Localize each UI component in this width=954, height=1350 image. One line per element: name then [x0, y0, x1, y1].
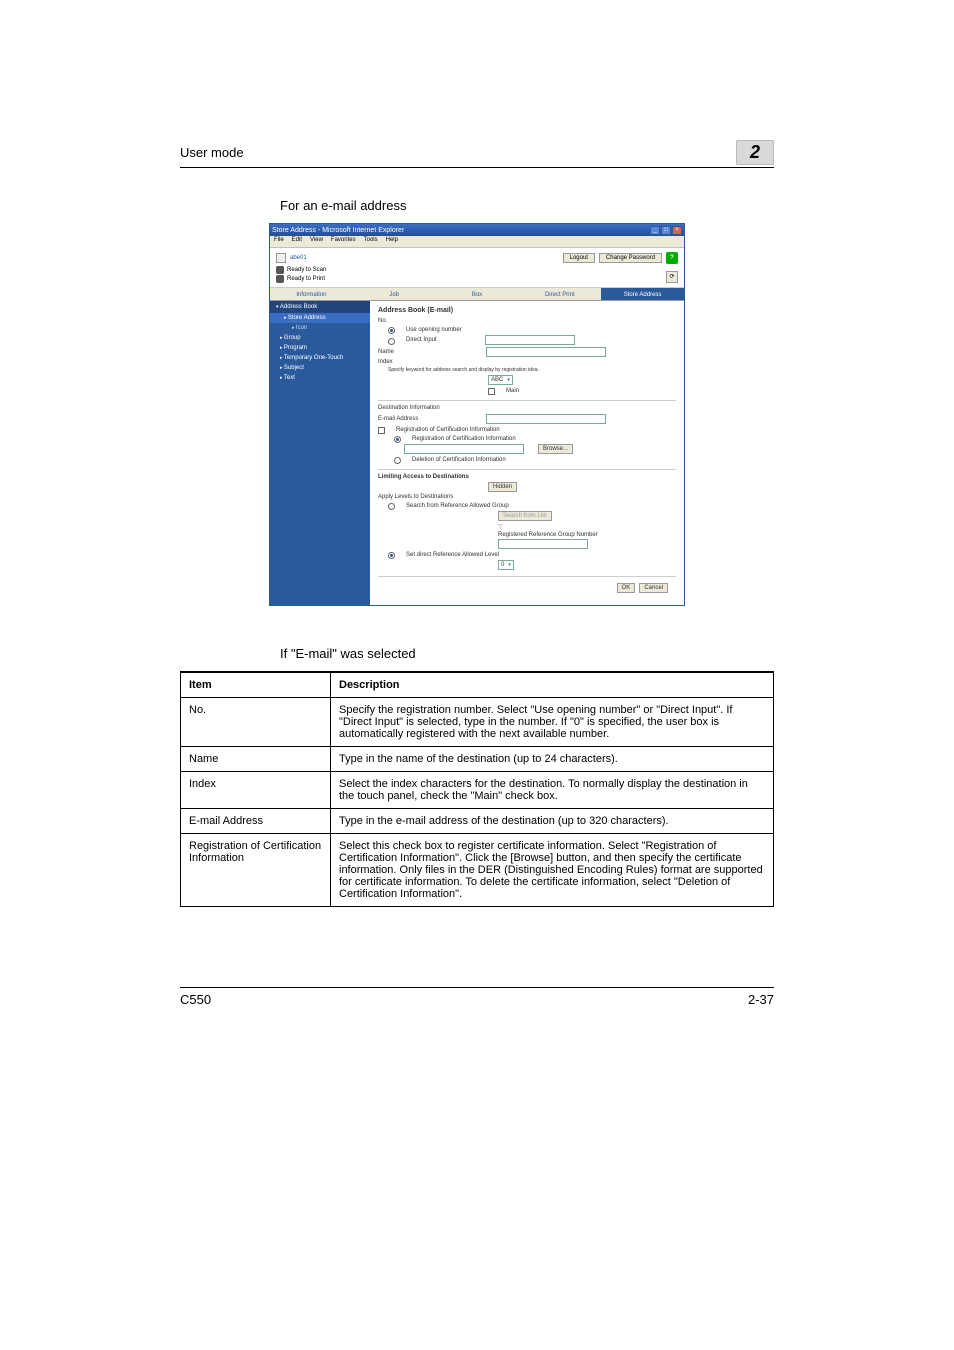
search-group-radio[interactable] [388, 503, 395, 510]
no-label: No. [378, 318, 478, 324]
sidebar-temp-one-touch[interactable]: Temporary One-Touch [270, 353, 370, 363]
cancel-button[interactable]: Cancel [639, 583, 668, 593]
sidebar-program[interactable]: Program [270, 343, 370, 353]
reg-group-num-field[interactable] [498, 539, 588, 549]
sidebar-address-book[interactable]: Address Book [270, 301, 370, 313]
subsection-title: If "E-mail" was selected [280, 646, 774, 661]
table-row: NameType in the name of the destination … [181, 747, 774, 772]
table-row: Registration of Certification Informatio… [181, 834, 774, 907]
set-direct-radio[interactable] [388, 552, 395, 559]
main-label: Main [506, 388, 519, 394]
index-note: Specify keyword for address search and d… [388, 367, 676, 373]
apply-levels-label: Apply Levels to Destinations [378, 494, 676, 500]
menu-file[interactable]: File [274, 237, 284, 246]
tab-store-address[interactable]: Store Address [601, 288, 684, 300]
maximize-button[interactable]: □ [661, 226, 671, 235]
del-cert-radio[interactable] [394, 457, 401, 464]
reg-cert-radio[interactable] [394, 436, 401, 443]
sidebar-text[interactable]: Text [270, 373, 370, 383]
sidebar: Address Book Store Address Icon Group Pr… [270, 301, 370, 605]
name-field[interactable] [486, 347, 606, 357]
reg-cert-checkbox[interactable] [378, 427, 385, 434]
titlebar: Store Address - Microsoft Internet Explo… [270, 224, 684, 236]
sidebar-group[interactable]: Group [270, 333, 370, 343]
minimize-button[interactable]: _ [650, 226, 660, 235]
search-list-button[interactable]: Search from List [498, 511, 552, 521]
footer-right: 2-37 [748, 992, 774, 1007]
panel-heading: Address Book (E-mail) [378, 307, 676, 314]
use-opening-radio[interactable] [388, 327, 395, 334]
email-label: E-mail Address [378, 416, 478, 422]
main-checkbox[interactable] [488, 388, 495, 395]
printer-icon [276, 275, 284, 283]
level-select[interactable]: 0 [498, 560, 514, 570]
refresh-icon[interactable]: ⟳ [666, 271, 678, 283]
sidebar-subject[interactable]: Subject [270, 363, 370, 373]
spec-table: Item Description No.Specify the registra… [180, 671, 774, 907]
reg-cert-label: Registration of Certification Informatio… [396, 427, 500, 433]
ok-button[interactable]: OK [617, 583, 636, 593]
menu-tools[interactable]: Tools [364, 237, 378, 246]
menu-view[interactable]: View [310, 237, 323, 246]
avatar-icon [276, 253, 286, 263]
dest-heading: Destination Information [378, 405, 676, 411]
direct-input-label: Direct Input [406, 337, 437, 343]
menu-edit[interactable]: Edit [292, 237, 302, 246]
menu-help[interactable]: Help [386, 237, 398, 246]
logout-button[interactable]: Logout [563, 253, 595, 263]
search-group-label: Search from Reference Allowed Group [406, 503, 509, 509]
window-title: Store Address - Microsoft Internet Explo… [272, 227, 404, 234]
change-password-button[interactable]: Change Password [599, 253, 662, 263]
reg-group-num-label: Registered Reference Group Number [498, 532, 598, 538]
index-label: Index [378, 359, 478, 365]
help-icon[interactable]: ? [666, 252, 678, 264]
section-title: For an e-mail address [280, 198, 774, 213]
sidebar-store-address[interactable]: Store Address [270, 313, 370, 323]
th-item: Item [181, 672, 331, 698]
table-row: IndexSelect the index characters for the… [181, 772, 774, 809]
page-chip: 2 [736, 140, 774, 165]
th-desc: Description [331, 672, 774, 698]
set-direct-label: Set direct Reference Allowed Level [406, 552, 499, 558]
sidebar-icon[interactable]: Icon [270, 323, 370, 333]
username: abe01 [290, 255, 307, 261]
hidden-button[interactable]: Hidden [488, 482, 517, 492]
scanner-icon [276, 266, 284, 274]
menubar: File Edit View Favorites Tools Help [270, 236, 684, 248]
email-field[interactable] [486, 414, 606, 424]
ready-scan-label: Ready to Scan [287, 267, 326, 273]
index-select[interactable]: ABC [488, 375, 513, 385]
menu-favorites[interactable]: Favorites [331, 237, 356, 246]
close-button[interactable]: × [672, 226, 682, 235]
table-row: No.Specify the registration number. Sele… [181, 698, 774, 747]
panel: Address Book (E-mail) No. Use opening nu… [370, 301, 684, 605]
direct-input-field[interactable] [485, 335, 575, 345]
page-header-title: User mode [180, 145, 244, 160]
browse-button[interactable]: Browse... [538, 444, 573, 454]
direct-input-radio[interactable] [388, 338, 395, 345]
footer-left: C550 [180, 992, 211, 1007]
ready-print-label: Ready to Print [287, 276, 325, 282]
cert-path-field[interactable] [404, 444, 524, 454]
name-label: Name [378, 349, 478, 355]
limit-heading: Limiting Access to Destinations [378, 474, 676, 480]
tab-information[interactable]: Information [270, 288, 353, 300]
tab-direct-print[interactable]: Direct Print [518, 288, 601, 300]
status-area: Ready to Scan Ready to Print [276, 266, 326, 283]
reg-cert-radio-label: Registration of Certification Informatio… [412, 436, 516, 442]
del-cert-radio-label: Deletion of Certification Information [412, 457, 506, 463]
tab-job[interactable]: Job [353, 288, 436, 300]
tabs: Information Job Box Direct Print Store A… [270, 287, 684, 301]
use-opening-label: Use opening number [406, 327, 462, 333]
tab-box[interactable]: Box [436, 288, 519, 300]
browser-window: Store Address - Microsoft Internet Explo… [269, 223, 685, 606]
table-row: E-mail AddressType in the e-mail address… [181, 809, 774, 834]
